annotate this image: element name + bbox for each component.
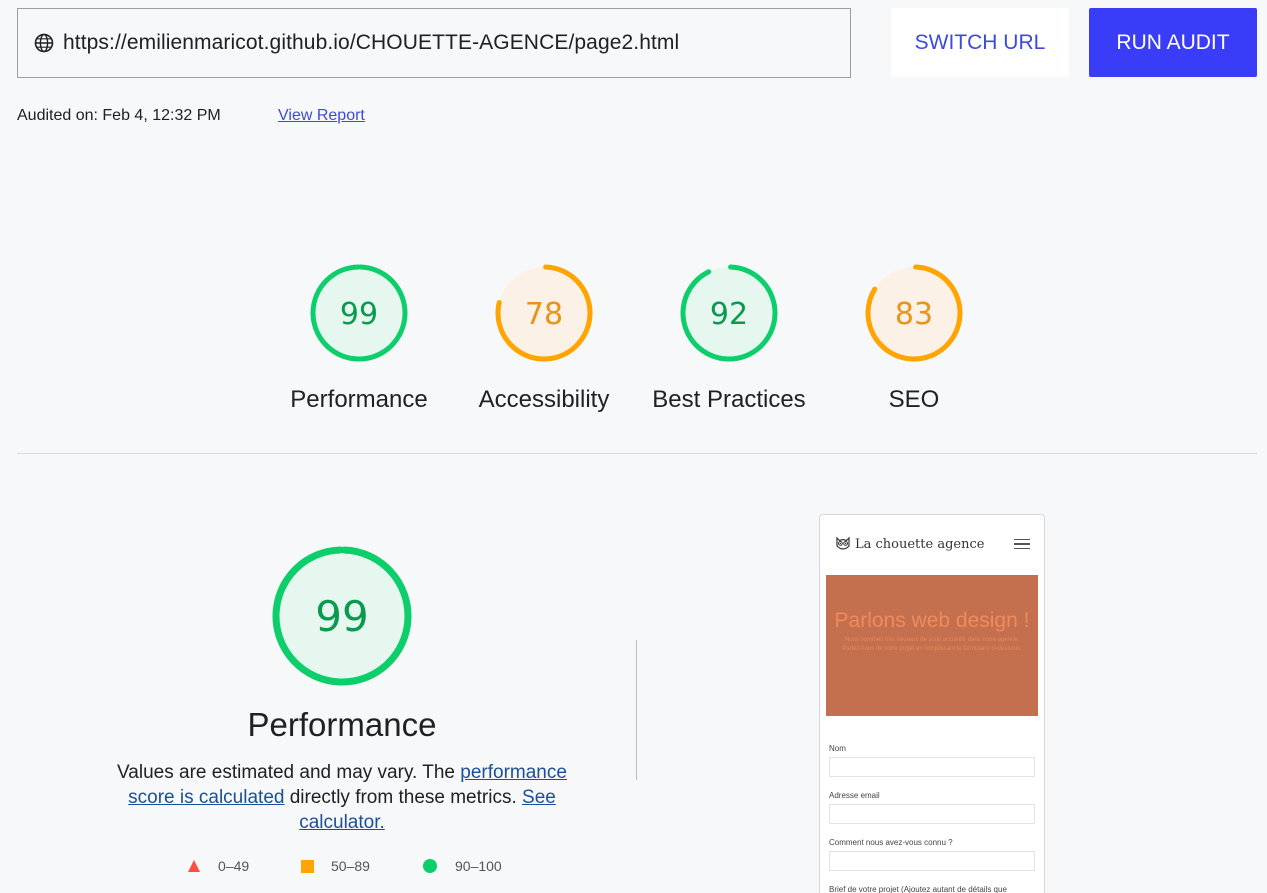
legend-label: 0–49 bbox=[218, 858, 250, 874]
gauge-label: Accessibility bbox=[478, 386, 610, 413]
triangle-icon bbox=[188, 860, 200, 872]
legend-label: 90–100 bbox=[455, 858, 502, 874]
screenshot-field-input bbox=[829, 851, 1035, 871]
screenshot-field-input bbox=[829, 757, 1035, 777]
score-gauge: 78 bbox=[495, 264, 593, 362]
screenshot-field-label: Brief de votre projet (Ajoutez autant de… bbox=[829, 885, 1007, 893]
desc-text: directly from these metrics. bbox=[284, 787, 523, 808]
section-divider bbox=[17, 453, 1257, 454]
gauge-label: Performance bbox=[290, 386, 428, 413]
score-gauge: 92 bbox=[680, 264, 778, 362]
gauge-best-practices[interactable]: 92 Best Practices bbox=[649, 262, 809, 414]
gauge-performance[interactable]: 99 Performance bbox=[279, 262, 439, 414]
view-report-link[interactable]: View Report bbox=[278, 107, 365, 125]
url-text: https://emilienmaricot.github.io/CHOUETT… bbox=[63, 31, 680, 54]
screenshot-header: La chouette agence bbox=[820, 515, 1044, 573]
gauge-seo[interactable]: 83 SEO bbox=[834, 262, 994, 414]
circle-icon bbox=[423, 859, 437, 873]
globe-icon bbox=[34, 33, 54, 53]
performance-title: Performance bbox=[247, 706, 437, 743]
url-field[interactable]: https://emilienmaricot.github.io/CHOUETT… bbox=[17, 8, 851, 78]
screenshot-hero-subtitle: Nous sommes très heureux de vous accueil… bbox=[842, 637, 1022, 652]
gauge-label: SEO bbox=[888, 386, 940, 413]
screenshot-logo: La chouette agence bbox=[834, 535, 984, 553]
screenshot-field-input bbox=[829, 804, 1035, 824]
run-audit-button[interactable]: RUN AUDIT bbox=[1089, 8, 1257, 77]
gauge-score: 99 bbox=[315, 592, 368, 641]
gauge-label: Best Practices bbox=[652, 386, 806, 413]
square-icon bbox=[301, 860, 314, 873]
desc-text: Values are estimated and may vary. The bbox=[117, 762, 461, 783]
screenshot-hero: Parlons web design ! Nous sommes très he… bbox=[826, 575, 1038, 716]
performance-description: Values are estimated and may vary. The p… bbox=[92, 760, 592, 835]
gauge-accessibility[interactable]: 78 Accessibility bbox=[464, 262, 624, 414]
score-gauge-large: 99 bbox=[272, 546, 412, 686]
gauge-score: 92 bbox=[710, 297, 748, 332]
score-gauge: 99 bbox=[310, 264, 408, 362]
performance-gauge-large: 99 bbox=[242, 544, 442, 693]
screenshot-logo-text: La chouette agence bbox=[855, 536, 985, 552]
gauge-score: 99 bbox=[340, 297, 378, 332]
score-gauge: 83 bbox=[865, 264, 963, 362]
screenshot-field-label: Nom bbox=[829, 744, 846, 753]
legend-pass: 90–100 bbox=[422, 858, 502, 874]
screenshot-field-label: Comment nous avez-vous connu ? bbox=[829, 838, 953, 847]
gauge-score: 83 bbox=[895, 297, 933, 332]
legend-average: 50–89 bbox=[300, 858, 370, 874]
legend-fail: 0–49 bbox=[187, 858, 249, 874]
final-screenshot[interactable]: La chouette agence Parlons web design ! … bbox=[819, 514, 1045, 893]
hamburger-icon bbox=[1014, 536, 1030, 553]
gauge-score: 78 bbox=[525, 297, 563, 332]
screenshot-form: Nom Adresse email Comment nous avez-vous… bbox=[820, 716, 1044, 893]
audited-timestamp: Audited on: Feb 4, 12:32 PM bbox=[17, 107, 221, 124]
switch-url-button[interactable]: SWITCH URL bbox=[891, 8, 1069, 77]
owl-icon bbox=[836, 536, 850, 550]
vertical-separator bbox=[636, 640, 637, 780]
screenshot-field-label: Adresse email bbox=[829, 791, 880, 800]
screenshot-hero-title: Parlons web design ! bbox=[834, 609, 1030, 632]
legend-label: 50–89 bbox=[331, 858, 370, 874]
